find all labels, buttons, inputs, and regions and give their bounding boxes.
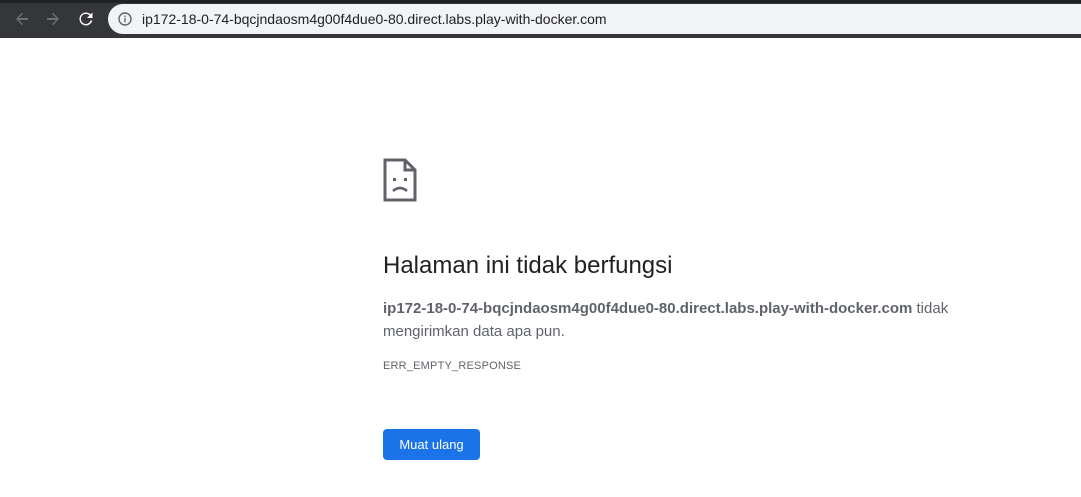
info-icon[interactable] [118, 12, 132, 26]
page-title: Halaman ini tidak berfungsi [383, 252, 673, 279]
sad-document-icon [383, 158, 417, 202]
arrow-right-icon [47, 12, 59, 26]
tab-strip [0, 0, 1081, 3]
reload-button[interactable]: Muat ulang [383, 429, 480, 460]
error-message: ip172-18-0-74-bqcjndaosm4g00f4due0-80.di… [383, 297, 983, 343]
browser-toolbar: ip172-18-0-74-bqcjndaosm4g00f4due0-80.di… [0, 0, 1081, 38]
reload-icon [79, 12, 93, 26]
arrow-left-icon [16, 12, 28, 26]
address-bar[interactable]: ip172-18-0-74-bqcjndaosm4g00f4due0-80.di… [108, 4, 1081, 34]
reload-toolbar-button[interactable] [75, 8, 97, 30]
error-code: ERR_EMPTY_RESPONSE [383, 360, 522, 372]
url-text[interactable]: ip172-18-0-74-bqcjndaosm4g00f4due0-80.di… [142, 11, 607, 27]
back-button[interactable] [11, 8, 33, 30]
forward-button[interactable] [42, 8, 64, 30]
error-host: ip172-18-0-74-bqcjndaosm4g00f4due0-80.di… [383, 300, 913, 317]
